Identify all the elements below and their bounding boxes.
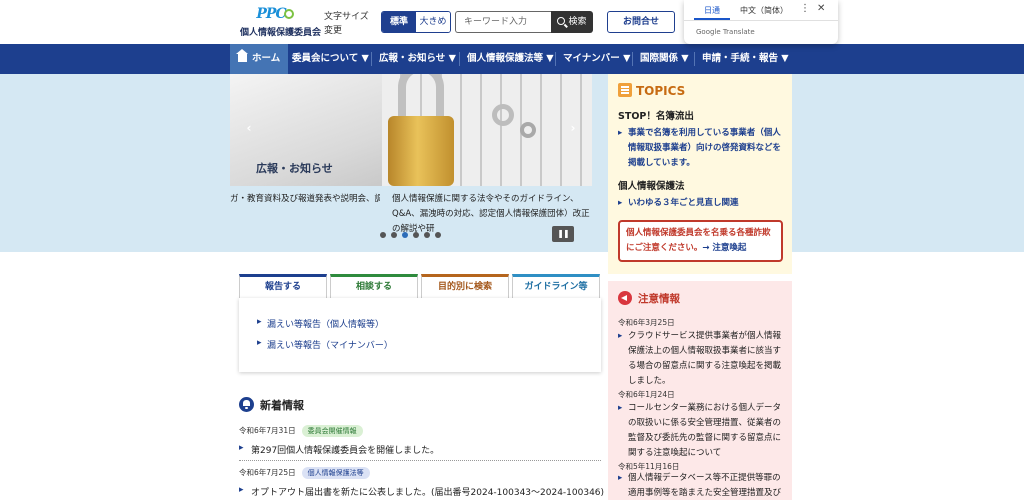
news-date: 令和6年7月25日 個人情報保護法等	[239, 467, 370, 479]
slide-caption-left[interactable]: ガ・教育資料及び報道発表や説明会、調	[230, 192, 380, 207]
more-options-icon[interactable]: ⋮	[800, 3, 810, 14]
carousel-dot[interactable]	[435, 232, 441, 238]
home-icon	[236, 49, 248, 62]
caution-panel: 注意情報 令和6年3月25日 クラウドサービス提供事業者が個人情報保護法上の個人…	[608, 281, 792, 500]
tab-consult[interactable]: 相談する	[330, 274, 418, 298]
leak-report-personal-link[interactable]: 漏えい等報告（個人情報等）	[257, 317, 384, 330]
translate-tab-chinese[interactable]: 中文（简体）	[740, 5, 788, 16]
search-button[interactable]: 検索	[551, 11, 593, 33]
close-icon[interactable]: ✕	[817, 3, 825, 14]
tab-panel: 漏えい等報告（個人情報等） 漏えい等報告（マイナンバー）	[239, 298, 601, 372]
tab-report[interactable]: 報告する	[239, 274, 327, 298]
padlock-icon	[388, 116, 454, 186]
carousel-dot[interactable]	[391, 232, 397, 238]
carousel-dot[interactable]	[413, 232, 419, 238]
caution-link[interactable]: クラウドサービス提供事業者が個人情報保護法上の個人情報取扱事業者に該当する場合の…	[618, 329, 788, 389]
font-size-switcher: 標準 大きめ	[381, 11, 451, 33]
megaphone-icon	[618, 291, 632, 305]
nav-divider	[632, 52, 633, 66]
search-icon	[557, 17, 566, 25]
news-category-badge[interactable]: 個人情報保護法等	[301, 467, 370, 479]
carousel-dot[interactable]	[402, 232, 408, 238]
tab-guidelines[interactable]: ガイドライン等	[512, 274, 600, 298]
font-size-standard-button[interactable]: 標準	[382, 12, 416, 32]
site-logo[interactable]: PPC 個人情報保護委員会	[240, 6, 322, 40]
translate-divider	[684, 20, 838, 21]
news-carousel: 広報・お知らせ ‹ › ガ・教育資料及び報道発表や説明会、調 個人情報保護に関す…	[230, 74, 592, 252]
nav-item-news[interactable]: 広報・お知らせ ▼	[379, 44, 456, 74]
nav-divider	[459, 52, 460, 66]
caution-date: 令和6年3月25日	[618, 318, 675, 327]
nav-divider	[555, 52, 556, 66]
fraud-alert-link[interactable]: → 注意喚起	[702, 243, 746, 253]
carousel-dot[interactable]	[380, 232, 386, 238]
translate-popup: 日通 中文（简体） ⋮ ✕ Google Translate	[684, 0, 838, 44]
nav-item-about[interactable]: 委員会について ▼	[292, 44, 369, 74]
key-icon	[520, 122, 536, 138]
contact-button[interactable]: お問合せ	[607, 11, 675, 33]
site-name: 個人情報保護委員会	[240, 28, 322, 38]
nav-item-home[interactable]: ホーム	[230, 44, 289, 74]
caution-heading: 注意情報	[618, 291, 680, 306]
carousel-next-button[interactable]: ›	[564, 119, 582, 137]
fraud-alert-box[interactable]: 個人情報保護委員会を名乗る各種詐欺にご注意ください。→ 注意喚起	[618, 220, 783, 262]
nav-item-law[interactable]: 個人情報保護法等 ▼	[467, 44, 554, 74]
tab-search-by-purpose[interactable]: 目的別に検索	[421, 274, 509, 298]
ppc-logo-mark: PPC	[240, 6, 310, 22]
topic-link[interactable]: 事業で名簿を利用している事業者（個人情報取扱事業者）向けの啓発資料などを掲載して…	[618, 126, 788, 171]
action-tabs: 報告する 相談する 目的別に検索 ガイドライン等	[239, 274, 601, 298]
caution-date: 令和6年1月24日	[618, 390, 675, 399]
list-icon	[618, 83, 632, 97]
translate-brand: Google Translate	[696, 28, 755, 36]
nav-item-international[interactable]: 国際関係 ▼	[640, 44, 689, 74]
news-link[interactable]: オプトアウト届出書を新たに公表しました。(届出番号2024-100343～202…	[239, 485, 604, 498]
nav-item-mynumber[interactable]: マイナンバー ▼	[563, 44, 630, 74]
news-link[interactable]: 第297回個人情報保護委員会を開催しました。	[239, 443, 439, 456]
main-nav: ホーム 委員会について ▼ 広報・お知らせ ▼ 個人情報保護法等 ▼ マイナンバ…	[0, 44, 1024, 74]
nav-divider	[694, 52, 695, 66]
topic-heading: 個人情報保護法	[618, 181, 685, 192]
carousel-dots	[380, 232, 441, 238]
translate-tab-japanese[interactable]: 日通	[704, 5, 720, 16]
key-icon	[492, 104, 514, 126]
caution-link[interactable]: コールセンター業務における個人データの取扱いに係る安全管理措置、従業者の監督及び…	[618, 401, 788, 461]
topics-heading: TOPICS	[618, 83, 685, 98]
nav-divider	[371, 52, 372, 66]
carousel-slide-image[interactable]: 広報・お知らせ	[230, 74, 592, 186]
news-category-badge[interactable]: 委員会開催情報	[301, 425, 363, 437]
news-heading: 新着情報	[239, 397, 304, 413]
caution-link[interactable]: 個人情報データベース等不正提供等罪の適用事例等を踏まえた安全管理措置及び漏え	[618, 471, 788, 500]
topic-link[interactable]: いわゆる３年ごと見直し関連	[618, 196, 788, 211]
carousel-prev-button[interactable]: ‹	[240, 119, 258, 137]
font-size-large-button[interactable]: 大きめ	[416, 12, 450, 32]
leak-report-mynumber-link[interactable]: 漏えい等報告（マイナンバー）	[257, 338, 393, 351]
carousel-dot[interactable]	[424, 232, 430, 238]
slide-title: 広報・お知らせ	[256, 162, 333, 175]
topic-heading: STOP！名簿流出	[618, 111, 694, 122]
news-divider	[239, 460, 601, 461]
font-size-label: 文字サイズ変更	[324, 12, 369, 36]
news-date: 令和6年7月31日 委員会開催情報	[239, 425, 363, 437]
bell-icon	[239, 397, 254, 412]
search-input[interactable]: キーワード入力	[455, 11, 551, 33]
nav-item-applications[interactable]: 申請・手続・報告 ▼	[702, 44, 789, 74]
pause-button[interactable]: ❚❚	[552, 226, 574, 242]
site-header: PPC 個人情報保護委員会 文字サイズ変更 標準 大きめ キーワード入力 検索 …	[0, 0, 1024, 44]
